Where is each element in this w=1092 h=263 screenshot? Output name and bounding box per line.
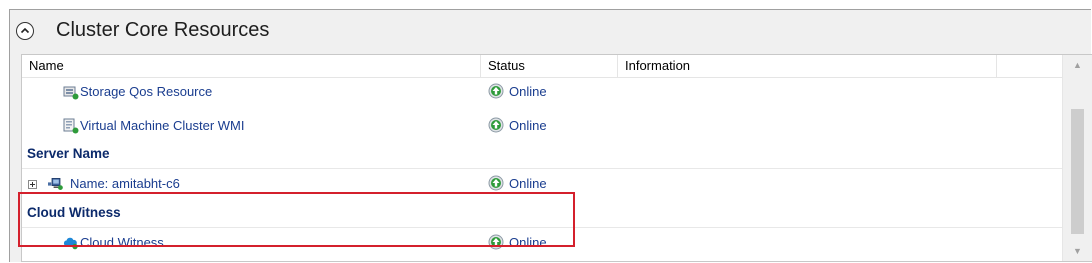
resource-name: Storage Qos Resource xyxy=(80,84,213,99)
group-label: Server Name xyxy=(27,146,110,161)
online-arrow-icon xyxy=(488,117,504,133)
resource-list[interactable]: Name Status Information Storage Qos Reso… xyxy=(21,54,1092,262)
online-arrow-icon xyxy=(488,83,504,99)
column-header-empty xyxy=(997,55,1062,77)
cloud-witness-icon xyxy=(63,237,78,250)
expand-icon[interactable] xyxy=(28,180,37,189)
cluster-core-resources-panel: Cluster Core Resources Name Status Infor… xyxy=(9,9,1092,262)
group-header-server-name[interactable]: Server Name xyxy=(22,140,1062,169)
list-item[interactable]: Virtual Machine Cluster WMI Online xyxy=(22,111,1062,140)
group-label: Cloud Witness xyxy=(27,205,121,220)
collapse-icon[interactable] xyxy=(16,22,34,40)
column-header-information[interactable]: Information xyxy=(618,55,997,77)
vm-cluster-wmi-icon xyxy=(63,118,79,134)
column-header-status[interactable]: Status xyxy=(481,55,618,77)
list-item[interactable]: Cloud Witness Online xyxy=(22,228,1062,257)
section-header: Cluster Core Resources xyxy=(10,10,1091,52)
list-item[interactable]: Name: amitabht-c6 Online xyxy=(22,169,1062,198)
section-title: Cluster Core Resources xyxy=(56,19,270,41)
network-name-icon xyxy=(48,178,63,190)
group-header-cloud-witness[interactable]: Cloud Witness xyxy=(22,199,1062,228)
column-header-name[interactable]: Name xyxy=(22,55,481,77)
scroll-up-icon[interactable]: ▲ xyxy=(1063,55,1092,75)
status-text: Online xyxy=(509,118,547,133)
resource-name: Virtual Machine Cluster WMI xyxy=(80,118,245,133)
online-arrow-icon xyxy=(488,175,504,191)
column-header: Name Status Information xyxy=(22,55,1062,78)
vertical-scrollbar[interactable]: ▲ ▼ xyxy=(1062,55,1092,261)
resource-name: Name: amitabht-c6 xyxy=(70,176,180,191)
online-arrow-icon xyxy=(488,234,504,250)
status-text: Online xyxy=(509,84,547,99)
status-text: Online xyxy=(509,176,547,191)
storage-qos-icon xyxy=(63,86,79,100)
scroll-down-icon[interactable]: ▼ xyxy=(1063,241,1092,261)
list-item[interactable]: Storage Qos Resource Online xyxy=(22,77,1062,106)
resource-name: Cloud Witness xyxy=(80,235,164,250)
scroll-thumb[interactable] xyxy=(1071,109,1084,234)
status-text: Online xyxy=(509,235,547,250)
